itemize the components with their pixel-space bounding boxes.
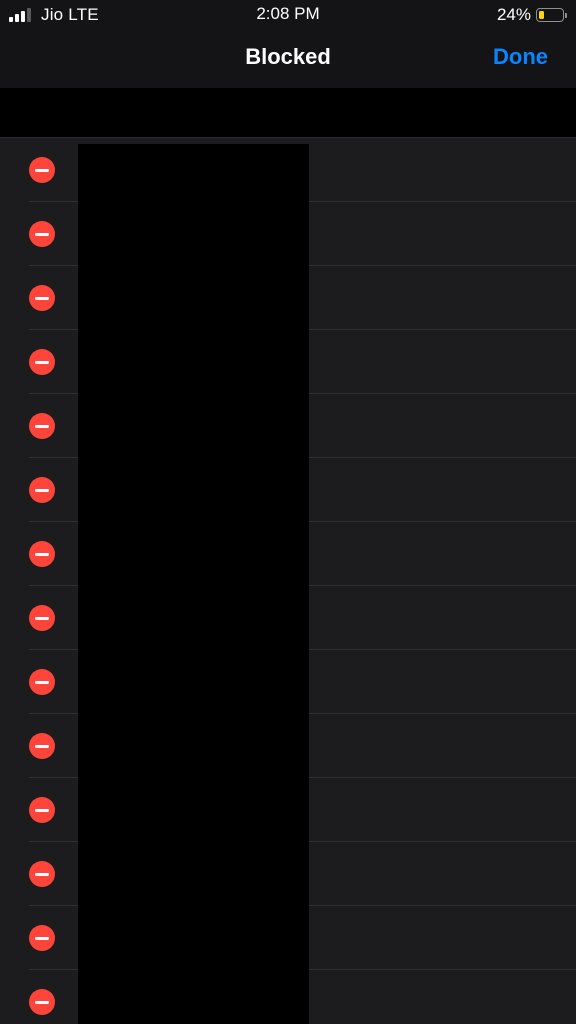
delete-minus-icon[interactable] [29,989,55,1015]
battery-cap [565,12,567,18]
blocked-contacts-screen: Jio LTE 2:08 PM 24% Blocked Done [0,0,576,1024]
delete-minus-icon[interactable] [29,797,55,823]
delete-minus-icon[interactable] [29,605,55,631]
battery-level-fill [539,11,544,19]
redacted-contact-names [78,144,309,1024]
delete-minus-icon[interactable] [29,669,55,695]
delete-minus-icon[interactable] [29,477,55,503]
delete-minus-icon[interactable] [29,349,55,375]
delete-minus-icon[interactable] [29,861,55,887]
navigation-bar: Blocked Done [0,30,576,88]
status-right: 24% [497,4,567,26]
delete-minus-icon[interactable] [29,541,55,567]
status-bar: Jio LTE 2:08 PM 24% [0,0,576,30]
list-header-strip [0,88,576,138]
status-time: 2:08 PM [256,4,320,23]
delete-minus-icon[interactable] [29,413,55,439]
delete-minus-icon[interactable] [29,925,55,951]
page-title: Blocked [245,44,331,69]
delete-minus-icon[interactable] [29,733,55,759]
battery-percentage: 24% [496,5,531,24]
battery-icon [536,8,564,22]
delete-minus-icon[interactable] [29,157,55,183]
delete-minus-icon[interactable] [29,285,55,311]
delete-minus-icon[interactable] [29,221,55,247]
done-button[interactable]: Done [493,44,548,70]
